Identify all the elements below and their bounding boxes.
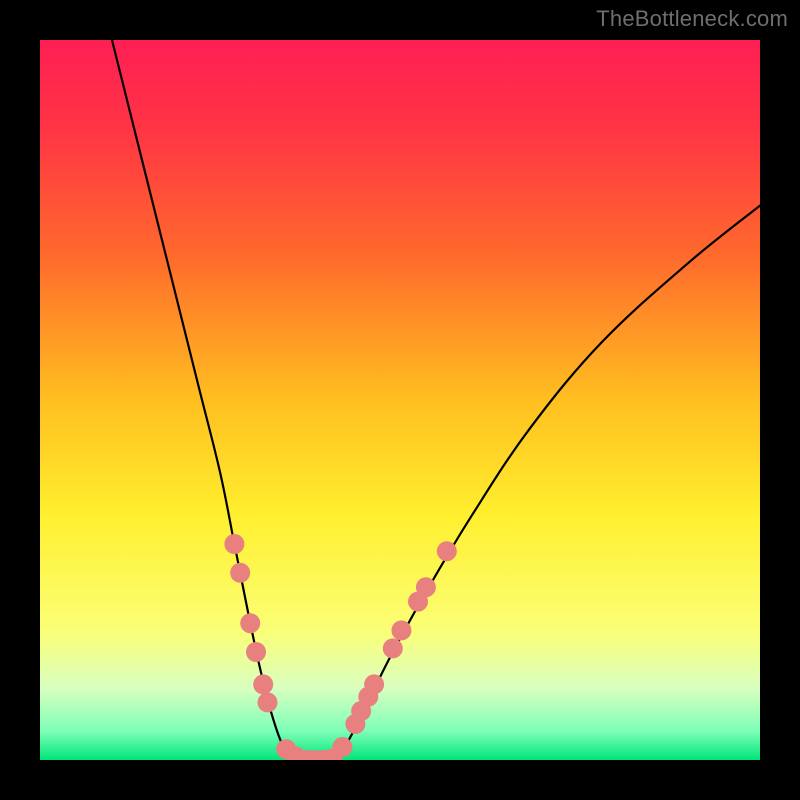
plot-area <box>40 40 760 760</box>
chart-svg <box>40 40 760 760</box>
scatter-dot <box>416 577 436 597</box>
scatter-dot <box>224 534 244 554</box>
watermark-text: TheBottleneck.com <box>596 6 788 32</box>
scatter-dot <box>437 541 457 561</box>
scatter-dot <box>246 642 266 662</box>
scatter-dot <box>240 613 260 633</box>
scatter-dot <box>230 563 250 583</box>
scatter-dot <box>253 674 273 694</box>
scatter-dot <box>364 674 384 694</box>
scatter-dot <box>332 737 352 757</box>
chart-frame: TheBottleneck.com <box>0 0 800 800</box>
scatter-dot <box>391 620 411 640</box>
scatter-dot <box>258 692 278 712</box>
scatter-dot <box>383 638 403 658</box>
